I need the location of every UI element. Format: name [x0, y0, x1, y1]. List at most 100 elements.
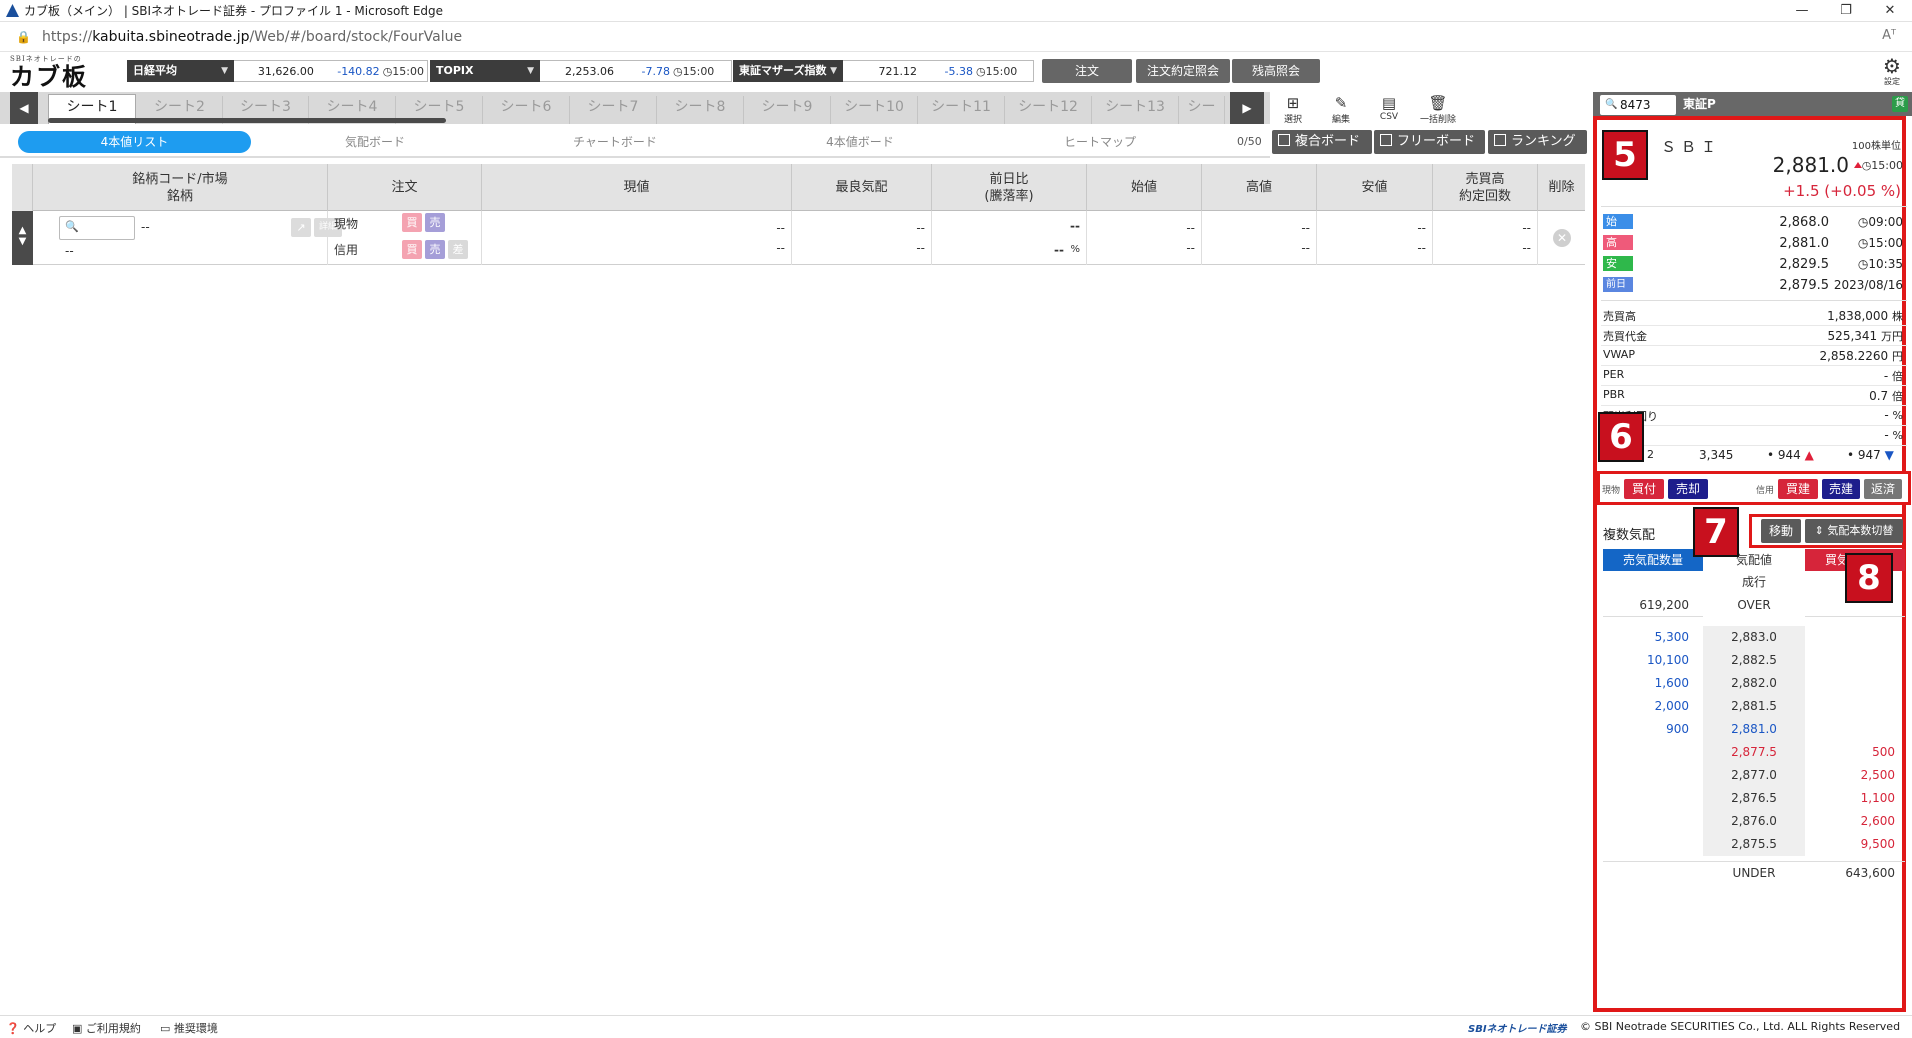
- edit-tool[interactable]: ✎ 編集: [1324, 92, 1358, 126]
- quote-depth-toggle-button[interactable]: ⇕ 気配本数切替: [1805, 519, 1903, 543]
- tab-sheet6[interactable]: シート6: [483, 96, 570, 124]
- tab-sheet9[interactable]: シート9: [744, 96, 831, 124]
- index-name-selector[interactable]: TOPIX ▼: [430, 60, 540, 82]
- margin-sell-button[interactable]: 売建: [1822, 479, 1860, 499]
- restore-button[interactable]: ❐: [1824, 0, 1868, 22]
- environment-link[interactable]: ▭ 推奨環境: [160, 1020, 218, 1036]
- ranking-label: ランキング: [1511, 134, 1576, 149]
- header-prev[interactable]: 前日比 (騰落率): [932, 164, 1087, 211]
- tab-quote-board[interactable]: 気配ボード: [300, 131, 450, 153]
- minimize-button[interactable]: —: [1780, 0, 1824, 22]
- address-bar[interactable]: 🔒 https://kabuita.sbineotrade.jp/Web/#/b…: [0, 22, 1912, 52]
- margin-buy-button[interactable]: 買建: [1778, 479, 1818, 499]
- csv-tool[interactable]: ▤ CSV: [1372, 92, 1406, 126]
- tab-four-value-board[interactable]: 4本値ボード: [785, 131, 935, 153]
- settings-button[interactable]: ⚙ 設定: [1880, 56, 1904, 87]
- delete-all-tool[interactable]: 🗑 一括削除: [1418, 92, 1458, 126]
- ask-row[interactable]: 10,100 2,882.5: [1603, 649, 1905, 672]
- code-search-input[interactable]: 🔍: [59, 216, 135, 240]
- header-high[interactable]: 高値: [1202, 164, 1317, 211]
- tab-sheet14[interactable]: シー: [1179, 96, 1225, 124]
- divider: [1601, 425, 1907, 426]
- index-mothers[interactable]: 東証マザーズ指数 ▼ 721.12 -5.38 ◷15:00: [733, 60, 1034, 82]
- stock-search-bar: 🔍 8473 東証P 貸: [1593, 92, 1912, 116]
- bid-row[interactable]: 2,876.0 2,600: [1603, 810, 1905, 833]
- header-delete: 削除: [1548, 180, 1575, 195]
- select-tool[interactable]: ⊞ 選択: [1276, 92, 1310, 126]
- price-change: +1.5 (+0.05 %): [1783, 182, 1901, 200]
- table-row: ▲ ▼ 🔍 -- -- ↗ 詳細 現物 信用 買 売 買 売 差 -- -- --…: [12, 211, 1585, 265]
- window-controls: — ❐ ✕: [1780, 0, 1912, 22]
- read-aloud-icon[interactable]: Aᵀ: [1882, 28, 1896, 43]
- repay-button[interactable]: 返済: [1864, 479, 1902, 499]
- tab-sheet11[interactable]: シート11: [918, 96, 1005, 124]
- tab-sheet13[interactable]: シート13: [1092, 96, 1179, 124]
- tab-sheet10[interactable]: シート10: [831, 96, 918, 124]
- lock-icon[interactable]: 🔒: [16, 30, 31, 44]
- header-code[interactable]: 銘柄コード/市場 銘柄: [33, 164, 328, 211]
- bid-row[interactable]: 2,876.5 1,100: [1603, 787, 1905, 810]
- tab-scrollbar[interactable]: [48, 118, 446, 123]
- ask-row[interactable]: 1,600 2,882.0: [1603, 672, 1905, 695]
- volume-value: 1,838,000 株: [1827, 309, 1903, 323]
- header-open[interactable]: 始値: [1087, 164, 1202, 211]
- cash-sell-button[interactable]: 売: [425, 213, 445, 232]
- chart-icon[interactable]: ↗: [291, 218, 311, 237]
- ask-row[interactable]: 2,000 2,881.5: [1603, 695, 1905, 718]
- header-price[interactable]: 現値: [482, 164, 792, 211]
- order-button[interactable]: 注文: [1042, 59, 1132, 83]
- tab-heatmap[interactable]: ヒートマップ: [1025, 131, 1175, 153]
- ask-row[interactable]: 900 2,881.0: [1603, 718, 1905, 741]
- composite-board-button[interactable]: 複合ボード: [1272, 130, 1372, 154]
- high-value: --: [1301, 221, 1310, 235]
- ranking-button[interactable]: ランキング: [1488, 130, 1587, 154]
- index-change: -140.82: [337, 64, 380, 78]
- cash-buy-button[interactable]: 買: [402, 213, 422, 232]
- tab-scroll-left-button[interactable]: ◀: [10, 92, 38, 124]
- bid-qty: 2,500: [1860, 768, 1895, 782]
- cash-buy-button[interactable]: 買付: [1624, 479, 1664, 499]
- pencil-icon: ✎: [1334, 94, 1348, 112]
- tab-sheet7[interactable]: シート7: [570, 96, 657, 124]
- stock-code-input[interactable]: 🔍 8473: [1600, 95, 1676, 115]
- bid-price: 2,877.5: [1703, 741, 1805, 764]
- index-name-selector[interactable]: 東証マザーズ指数 ▼: [733, 60, 843, 82]
- divider: [1601, 345, 1907, 346]
- margin-buy-button[interactable]: 買: [402, 240, 422, 259]
- header-low[interactable]: 安値: [1317, 164, 1433, 211]
- logo[interactable]: SBIネオトレードの カブ板: [10, 54, 110, 90]
- bid-row[interactable]: 2,877.5 500: [1603, 741, 1905, 764]
- header-volume[interactable]: 売買高 約定回数: [1433, 164, 1538, 211]
- close-button[interactable]: ✕: [1868, 0, 1912, 22]
- tab-chart-board[interactable]: チャートボード: [540, 131, 690, 153]
- header-best[interactable]: 最良気配: [792, 164, 932, 211]
- row-drag-handle[interactable]: ▲ ▼: [12, 211, 33, 265]
- tab-scroll-right-button[interactable]: ▶: [1230, 92, 1264, 124]
- market-label: 東証P: [1683, 97, 1716, 111]
- free-board-button[interactable]: フリーボード: [1374, 130, 1485, 154]
- tab-sheet12[interactable]: シート12: [1005, 96, 1092, 124]
- help-link[interactable]: ❓ ヘルプ: [6, 1020, 56, 1036]
- url-path: /Web/#/board/stock/FourValue: [249, 28, 463, 45]
- bid-row[interactable]: 2,877.0 2,500: [1603, 764, 1905, 787]
- index-name-selector[interactable]: 日経平均 ▼: [127, 60, 234, 82]
- cash-sell-button[interactable]: 売却: [1668, 479, 1708, 499]
- footer: ❓ ヘルプ ▣ ご利用規約 ▭ 推奨環境 SBIネオトレード証券 © SBI N…: [0, 1015, 1912, 1038]
- table-header: 銘柄コード/市場 銘柄 注文 現値 最良気配 前日比 (騰落率) 始値 高値 安…: [12, 164, 1585, 211]
- terms-link[interactable]: ▣ ご利用規約: [72, 1020, 141, 1036]
- four-value-table: 銘柄コード/市場 銘柄 注文 現値 最良気配 前日比 (騰落率) 始値 高値 安…: [12, 164, 1585, 265]
- move-button[interactable]: 移動: [1761, 519, 1801, 543]
- margin-sell-button[interactable]: 売: [425, 240, 445, 259]
- turnover-label: 売買代金: [1603, 330, 1647, 343]
- balance-inquiry-button[interactable]: 残高照会: [1232, 59, 1320, 83]
- tab-four-value-list[interactable]: 4本値リスト: [18, 131, 251, 153]
- execution-inquiry-button[interactable]: 注文約定照会: [1136, 59, 1230, 83]
- margin-diff-button[interactable]: 差: [448, 240, 468, 259]
- tab-sheet8[interactable]: シート8: [657, 96, 744, 124]
- index-nikkei[interactable]: 日経平均 ▼ 31,626.00 -140.82 ◷15:00: [127, 60, 428, 82]
- ask-row[interactable]: 5,300 2,883.0: [1603, 626, 1905, 649]
- index-topix[interactable]: TOPIX ▼ 2,253.06 -7.78 ◷15:00: [430, 60, 732, 82]
- delete-row-icon[interactable]: ✕: [1553, 229, 1571, 247]
- header-code-line1: 銘柄コード/市場: [132, 171, 228, 187]
- bid-row[interactable]: 2,875.5 9,500: [1603, 833, 1905, 856]
